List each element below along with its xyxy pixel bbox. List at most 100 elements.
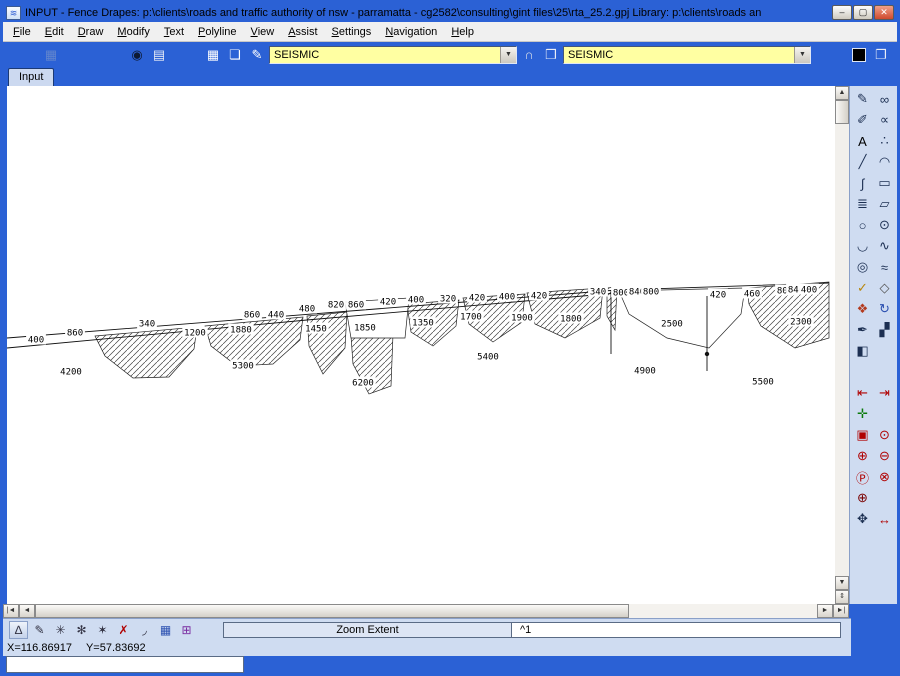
svg-text:800: 800 — [643, 288, 659, 298]
preview-eye-icon[interactable]: ◉ — [127, 45, 147, 65]
rotate-3d-icon[interactable]: ↻ — [874, 299, 895, 319]
datasheet-icon[interactable]: ▦ — [203, 45, 223, 65]
drape-combo-dropdown-icon[interactable]: ▼ — [794, 47, 810, 63]
redraw-icon[interactable]: ✒ — [852, 320, 873, 340]
multiline-icon[interactable]: ≣ — [852, 194, 873, 214]
menu-item-modify[interactable]: Modify — [110, 22, 156, 41]
menu-item-polyline[interactable]: Polyline — [191, 22, 244, 41]
command-input[interactable] — [6, 656, 244, 673]
paste-icon[interactable]: ❐ — [871, 45, 891, 65]
save-icon[interactable]: ▦ — [41, 45, 61, 65]
find-icon[interactable]: ∞ — [874, 89, 895, 109]
plot-icon[interactable]: ❒ — [541, 45, 561, 65]
polyline-icon[interactable]: ∫ — [852, 173, 873, 193]
endpoint-snap-icon[interactable]: ✎ — [30, 621, 49, 639]
snap-lock-icon[interactable]: ∆ — [9, 621, 28, 639]
tab-input[interactable]: Input — [8, 68, 54, 86]
no-snap-icon[interactable]: ✗ — [114, 621, 133, 639]
nearest-snap-icon[interactable]: ✶ — [93, 621, 112, 639]
circle-icon[interactable]: ○ — [852, 215, 873, 235]
isolate-box-icon[interactable]: ◧ — [852, 341, 873, 361]
zoom-out-icon[interactable]: ⊖ — [874, 446, 895, 466]
find-next-icon[interactable]: ∝ — [874, 110, 895, 130]
horizontal-scrollbar[interactable]: |◄ ◄ ► ►| — [3, 604, 849, 618]
menu-item-edit[interactable]: Edit — [38, 22, 71, 41]
menu-item-text[interactable]: Text — [157, 22, 191, 41]
zoom-window-icon[interactable]: ▣ — [852, 425, 873, 445]
solids-3d-icon[interactable]: ❖ — [852, 299, 873, 319]
menu-item-view[interactable]: View — [244, 22, 282, 41]
spline-icon[interactable]: ≈ — [874, 257, 895, 277]
scroll-right-icon[interactable]: ► — [817, 604, 833, 618]
menu-item-navigation[interactable]: Navigation — [378, 22, 444, 41]
box-3d-icon[interactable]: ◇ — [874, 278, 895, 298]
zoom-extent-button[interactable]: Zoom Extent — [224, 623, 512, 637]
lock-icon[interactable]: ∩ — [519, 45, 539, 65]
minimize-button[interactable]: – — [832, 5, 852, 20]
ellipse-icon[interactable]: ⊙ — [874, 215, 895, 235]
snap-cross-icon[interactable]: ✛ — [852, 404, 873, 424]
select-mode-icon[interactable]: ◞ — [135, 621, 154, 639]
drape-combo[interactable]: SEISMIC ▼ — [563, 46, 811, 64]
drawing-canvas[interactable]: 4008603401200188086044048014508208604201… — [7, 86, 835, 604]
accept-icon[interactable]: ✓ — [852, 278, 873, 298]
spacer — [63, 54, 93, 55]
svg-text:420: 420 — [710, 291, 726, 301]
shade-icon[interactable]: ▞ — [874, 320, 895, 340]
vertical-scrollbar[interactable]: ▲ ▼ ⇕ — [835, 86, 849, 604]
arc-icon[interactable]: ◠ — [874, 152, 895, 172]
pan-icon[interactable]: ✥ — [852, 509, 873, 529]
title-bar[interactable]: ≋ INPUT - Fence Drapes: p:\clients\roads… — [3, 3, 897, 22]
zoom-selected-icon[interactable]: ⊕ — [852, 488, 873, 508]
menu-item-draw[interactable]: Draw — [71, 22, 111, 41]
svg-text:400: 400 — [801, 286, 817, 296]
print-icon[interactable]: ▤ — [149, 45, 169, 65]
report-combo-dropdown-icon[interactable]: ▼ — [500, 47, 516, 63]
scroll-jump-icon[interactable]: ⇕ — [835, 590, 849, 604]
new-report-icon[interactable]: ❏ — [225, 45, 245, 65]
curve-icon[interactable]: ∿ — [874, 236, 895, 256]
report-properties-icon[interactable]: ✎ — [247, 45, 267, 65]
close-button[interactable]: ✕ — [874, 5, 894, 20]
arc-segment-icon[interactable]: ◡ — [852, 236, 873, 256]
horizontal-scroll-thumb[interactable] — [35, 604, 629, 618]
spacer — [95, 54, 125, 55]
color-swatch[interactable] — [852, 48, 866, 62]
scroll-last-icon[interactable]: ►| — [833, 604, 849, 618]
grid-snap-icon[interactable]: ⊞ — [177, 621, 196, 639]
grid-display-icon[interactable]: ▦ — [156, 621, 175, 639]
maximize-button[interactable]: ▢ — [853, 5, 873, 20]
polygon-icon[interactable]: ▱ — [874, 194, 895, 214]
sketch-icon[interactable]: ✎ — [852, 89, 873, 109]
plot-arrow-left-icon[interactable]: ⇤ — [852, 383, 873, 403]
vertical-scroll-track[interactable] — [835, 124, 849, 576]
zoom-extents-icon[interactable]: ↔ — [874, 509, 895, 529]
report-combo[interactable]: SEISMIC ▼ — [269, 46, 517, 64]
zoom-page-icon[interactable]: Ⓟ — [852, 467, 873, 487]
zoom-cancel-icon[interactable]: ⊗ — [874, 467, 895, 487]
scroll-first-icon[interactable]: |◄ — [3, 604, 19, 618]
plot-arrow-right-icon[interactable]: ⇥ — [874, 383, 895, 403]
intersection-snap-icon[interactable]: ✳ — [51, 621, 70, 639]
horizontal-scroll-track[interactable] — [35, 604, 817, 618]
sketch-plus-icon[interactable]: ✐ — [852, 110, 873, 130]
svg-text:1800: 1800 — [560, 315, 582, 325]
svg-text:800: 800 — [613, 289, 629, 299]
point-icon[interactable]: ∴ — [874, 131, 895, 151]
menu-item-file[interactable]: File — [6, 22, 38, 41]
menu-item-assist[interactable]: Assist — [281, 22, 324, 41]
menu-item-help[interactable]: Help — [444, 22, 481, 41]
scroll-left-icon[interactable]: ◄ — [19, 604, 35, 618]
menu-item-settings[interactable]: Settings — [325, 22, 379, 41]
donut-icon[interactable]: ◎ — [852, 257, 873, 277]
scroll-down-icon[interactable]: ▼ — [835, 576, 849, 590]
zoom-in-icon[interactable]: ⊕ — [852, 446, 873, 466]
zoom-previous-icon[interactable]: ⊙ — [874, 425, 895, 445]
vertical-scroll-thumb[interactable] — [835, 100, 849, 124]
text-icon[interactable]: A — [852, 131, 873, 151]
svg-text:340: 340 — [139, 320, 155, 330]
midpoint-snap-icon[interactable]: ✻ — [72, 621, 91, 639]
line-icon[interactable]: ╱ — [852, 152, 873, 172]
scroll-up-icon[interactable]: ▲ — [835, 86, 849, 100]
rectangle-icon[interactable]: ▭ — [874, 173, 895, 193]
